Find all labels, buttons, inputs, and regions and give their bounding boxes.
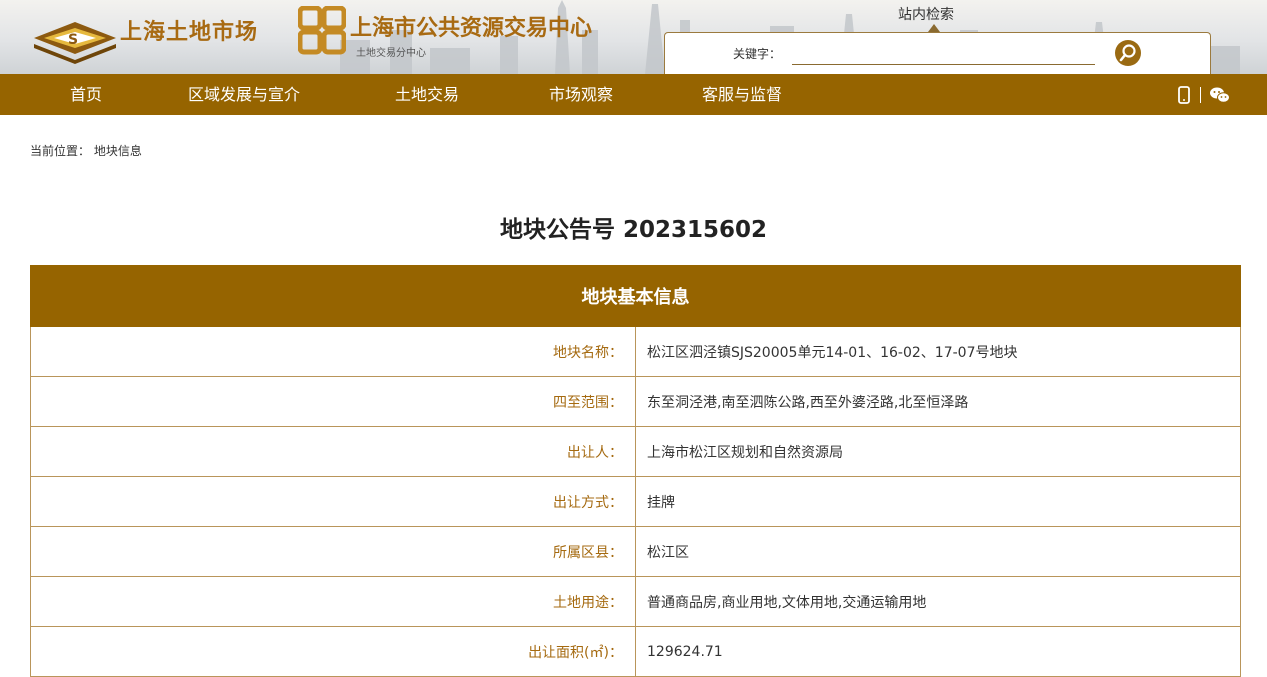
row-value-transferor: 上海市松江区规划和自然资源局	[635, 426, 1241, 477]
row-label-land-use: 土地用途：	[30, 576, 636, 627]
nav-item-land-trading[interactable]: 土地交易	[395, 74, 459, 115]
table-row: 出让方式： 挂牌	[30, 476, 1241, 527]
table-row: 地块名称： 松江区泗泾镇SJS20005单元14-01、16-02、17-07号…	[30, 326, 1241, 377]
search-keyword-input[interactable]	[792, 43, 1095, 65]
main-nav: 首页 区域发展与宣介 土地交易 市场观察 客服与监督	[0, 74, 1267, 115]
nav-item-market-observation[interactable]: 市场观察	[549, 74, 613, 115]
row-value-area: 129624.71	[635, 626, 1241, 677]
row-value-district: 松江区	[635, 526, 1241, 577]
mobile-icon[interactable]	[1176, 85, 1192, 104]
breadcrumb: 当前位置： 地块信息	[30, 142, 142, 159]
table-row: 土地用途： 普通商品房,商业用地,文体用地,交通运输用地	[30, 576, 1241, 627]
search-tab-caret-icon	[928, 24, 940, 32]
nav-item-service-supervision[interactable]: 客服与监督	[702, 74, 782, 115]
wechat-icon[interactable]	[1209, 86, 1231, 104]
row-label-area: 出让面积(㎡)：	[30, 626, 636, 677]
row-value-transfer-method: 挂牌	[635, 476, 1241, 527]
search-keyword-label: 关键字：	[733, 47, 782, 61]
shanghai-land-market-logo[interactable]: S 上海土地市场	[30, 8, 290, 66]
nav-item-regional-development[interactable]: 区域发展与宣介	[188, 74, 300, 115]
row-label-boundaries: 四至范围：	[30, 376, 636, 427]
row-label-transferor: 出让人：	[30, 426, 636, 477]
table-row: 出让面积(㎡)： 129624.71	[30, 626, 1241, 677]
breadcrumb-current[interactable]: 地块信息	[94, 144, 142, 158]
row-label-district: 所属区县：	[30, 526, 636, 577]
logo-secondary-text: 上海市公共资源交易中心	[350, 16, 593, 41]
table-header-row: 地块基本信息	[30, 265, 1241, 327]
nav-icon-divider	[1200, 86, 1201, 103]
public-resource-center-logo[interactable]: 上海市公共资源交易中心 土地交易分中心	[298, 6, 638, 66]
search-panel: 关键字：	[664, 32, 1211, 74]
row-value-plot-name: 松江区泗泾镇SJS20005单元14-01、16-02、17-07号地块	[635, 326, 1241, 377]
site-search-tab[interactable]: 站内检索	[898, 4, 954, 24]
breadcrumb-prefix: 当前位置：	[30, 144, 91, 158]
logo-secondary-subtitle: 土地交易分中心	[356, 48, 426, 59]
nav-icon-group	[1176, 74, 1231, 115]
logo-primary-text: 上海土地市场	[120, 20, 259, 45]
resource-center-emblem-icon	[298, 6, 346, 55]
table-row: 出让人： 上海市松江区规划和自然资源局	[30, 426, 1241, 477]
page-title: 地块公告号 202315602	[499, 217, 768, 243]
search-icon	[1119, 44, 1136, 62]
land-info-table: 地块基本信息 地块名称： 松江区泗泾镇SJS20005单元14-01、16-02…	[30, 265, 1241, 677]
search-button[interactable]	[1115, 40, 1141, 66]
table-section-title: 地块基本信息	[30, 265, 1241, 327]
site-header: S 上海土地市场 上海市公共资源交易中心 土地交易分中心 站内检索 关键字：	[0, 0, 1267, 74]
table-row: 所属区县： 松江区	[30, 526, 1241, 577]
row-value-boundaries: 东至洞泾港,南至泗陈公路,西至外婆泾路,北至恒泽路	[635, 376, 1241, 427]
row-label-plot-name: 地块名称：	[30, 326, 636, 377]
nav-item-home[interactable]: 首页	[70, 74, 102, 115]
table-row: 四至范围： 东至洞泾港,南至泗陈公路,西至外婆泾路,北至恒泽路	[30, 376, 1241, 427]
svg-text:S: S	[68, 32, 78, 48]
land-market-emblem-icon: S	[34, 22, 116, 64]
row-value-land-use: 普通商品房,商业用地,文体用地,交通运输用地	[635, 576, 1241, 627]
row-label-transfer-method: 出让方式：	[30, 476, 636, 527]
